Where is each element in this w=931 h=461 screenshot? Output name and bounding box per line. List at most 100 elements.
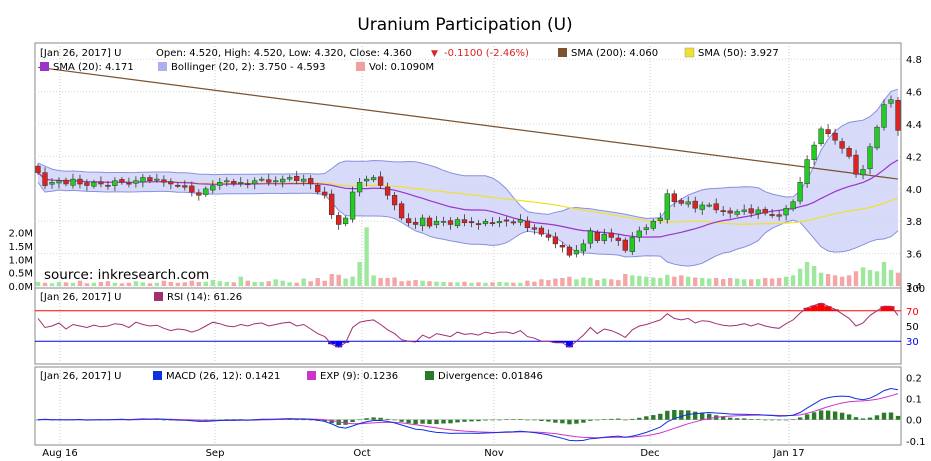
volume-bar [742, 279, 747, 286]
macd-line [37, 387, 899, 442]
volume-bar [84, 283, 90, 286]
rsi-oversold-fill [565, 341, 573, 348]
chart-title: Uranium Participation (U) [357, 15, 572, 35]
volume-bar [252, 282, 257, 286]
divergence-bar [455, 419, 460, 423]
candle-body [566, 246, 573, 256]
divergence-bar [546, 419, 551, 422]
candle-body [210, 185, 216, 191]
candle-body [412, 221, 419, 225]
divergence-bar [679, 410, 684, 420]
divergence-bar [490, 419, 495, 421]
rsi-legend: [Jan 26, 2017] U RSI (14): 61.26 [40, 292, 242, 303]
legend-swatch-rsi [154, 292, 163, 301]
divergence-bar [651, 415, 656, 420]
price-legend: [Jan 26, 2017] U Open: 4.520, High: 4.52… [40, 47, 779, 73]
candle-body [468, 221, 475, 224]
legend-bollinger: Bollinger (20, 2): 3.750 - 4.593 [171, 62, 325, 73]
candle-body [70, 178, 76, 186]
divergence-bar [518, 419, 523, 420]
volume-bar [448, 282, 453, 286]
divergence-bar [749, 419, 754, 420]
divergence-bar [616, 418, 621, 420]
candle-body [699, 204, 705, 210]
volume-bar [860, 267, 866, 286]
volume-bar [175, 282, 180, 286]
volume-bar [644, 276, 649, 286]
volume-bar [378, 278, 383, 286]
volume-bar [231, 282, 236, 286]
volume-bar [287, 282, 292, 286]
volume-bar [70, 282, 76, 286]
volume-bar [273, 279, 278, 286]
price-tick-label: 3.6 [906, 250, 922, 261]
volume-bar [728, 278, 733, 286]
divergence-bar [504, 419, 509, 420]
candle-body [189, 185, 195, 193]
candle-body [301, 178, 307, 182]
axis-ticks: 4.84.64.44.24.03.83.63.42.0M1.5M1.0M0.5M… [8, 55, 925, 459]
divergence-bar [804, 414, 810, 420]
volume-bar [532, 281, 537, 286]
volume-bar [776, 278, 782, 286]
volume-bar [119, 283, 125, 286]
price-tick-label: 4.8 [906, 55, 922, 66]
legend-swatch-sma200 [558, 48, 567, 57]
divergence-bar [818, 410, 824, 420]
legend-date-symbol: [Jan 26, 2017] U [40, 48, 121, 59]
volume-bar [371, 275, 376, 286]
macd-date-symbol: [Jan 26, 2017] U [40, 371, 121, 382]
volume-bar [686, 276, 691, 286]
candle-body [433, 220, 440, 226]
volume-bar [818, 272, 824, 286]
divergence-bar [665, 410, 670, 420]
divergence-bar [769, 419, 775, 421]
volume-bar [336, 274, 341, 286]
candle-body [259, 178, 265, 181]
candle-body [783, 207, 789, 216]
volume-bar [245, 280, 250, 286]
candle-body [713, 203, 719, 211]
volume-bar [672, 276, 677, 286]
candle-body [349, 191, 356, 220]
divergence-bar [581, 419, 586, 423]
candle-body [832, 132, 838, 141]
candle-body [154, 178, 160, 181]
candle-body [370, 177, 377, 181]
divergence-bar [371, 417, 376, 420]
volume-bar [308, 281, 313, 286]
volume-bar [42, 282, 48, 286]
divergence-bar [413, 419, 418, 425]
divergence-bar [637, 417, 642, 420]
volume-bar [504, 282, 509, 286]
divergence-bar [867, 417, 873, 420]
volume-bar [266, 281, 271, 286]
candle-body [56, 180, 62, 184]
divergence-bar [797, 417, 803, 420]
volume-bar [693, 277, 698, 286]
candle-body [49, 182, 55, 185]
rsi-panel-frame [34, 287, 902, 365]
divergence-bar [511, 419, 516, 420]
candle-body [657, 217, 663, 221]
candle-body [280, 178, 286, 183]
candle-body [790, 201, 796, 210]
volume-bar [315, 278, 320, 286]
candle-body [615, 237, 621, 241]
volume-bar [259, 282, 264, 286]
candle-body [308, 178, 314, 185]
exp-value: EXP (9): 0.1236 [320, 371, 398, 382]
volume-bar [539, 279, 544, 286]
rsi-series [35, 302, 901, 348]
candle-body [538, 227, 545, 235]
legend-vol: Vol: 0.1090M [369, 62, 434, 73]
legend-swatch-exp [307, 371, 316, 380]
bollinger-band [37, 88, 899, 267]
volume-bar [665, 274, 670, 286]
volume-tick-label: 2.0M [8, 229, 33, 240]
candle-body [874, 126, 880, 149]
candle-body [545, 234, 552, 238]
volume-bar [637, 275, 642, 286]
volume-bar [364, 227, 369, 286]
divergence-bar [483, 419, 488, 421]
